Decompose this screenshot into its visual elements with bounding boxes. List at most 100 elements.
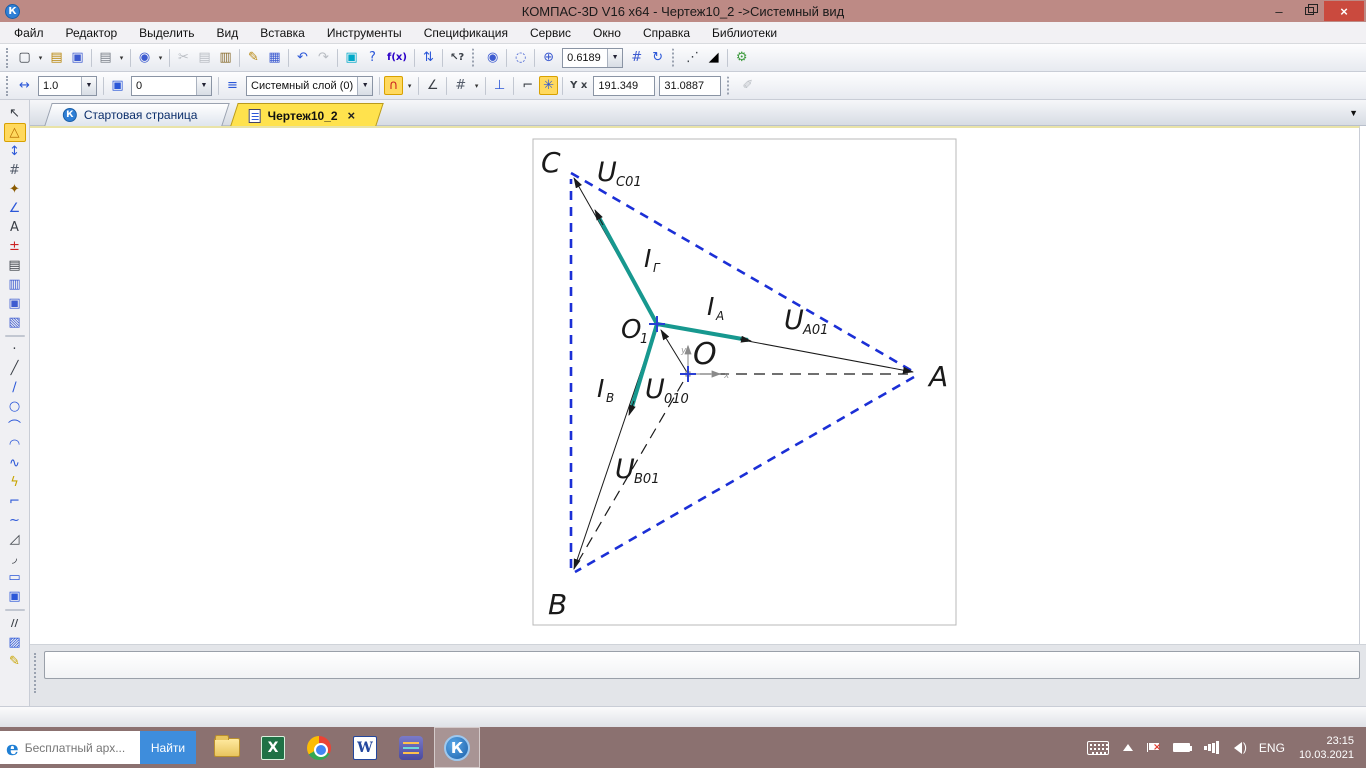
- layer-caret-icon[interactable]: ▼: [357, 76, 373, 95]
- cursor-y-field[interactable]: 31.0887: [659, 75, 722, 96]
- context-help-button[interactable]: ↖?: [447, 48, 467, 67]
- menu-item[interactable]: Вид: [217, 26, 239, 40]
- panel-measurement[interactable]: A: [4, 218, 26, 237]
- library-settings-button[interactable]: ⚙: [732, 48, 751, 67]
- tool-aux-line[interactable]: ╱: [4, 359, 26, 378]
- copies-caret-icon[interactable]: ▼: [196, 76, 211, 95]
- hidden-icons-chevron[interactable]: [1122, 744, 1133, 751]
- copies-icon[interactable]: ▣: [108, 76, 127, 95]
- close-button[interactable]: ×: [1324, 1, 1364, 21]
- panel-geometry[interactable]: △: [3, 123, 26, 142]
- fx-button[interactable]: f(x): [384, 48, 410, 67]
- tool-circle[interactable]: ○: [4, 397, 26, 416]
- clock[interactable]: 23:15 10.03.2021: [1299, 734, 1354, 762]
- zoom-page-button[interactable]: ◉: [483, 48, 502, 67]
- grid-toggle[interactable]: #: [451, 76, 470, 95]
- quick-style-button[interactable]: ✐: [738, 76, 757, 95]
- print-button[interactable]: ▤: [96, 48, 115, 67]
- tool-collect-contour[interactable]: ▣: [4, 587, 26, 606]
- new-document-button[interactable]: ▢: [15, 48, 34, 67]
- volume-icon[interactable]: [1233, 740, 1247, 754]
- current-step-caret-icon[interactable]: ▼: [81, 76, 96, 95]
- orientation-button[interactable]: ◢: [704, 48, 723, 67]
- tool-continuous-input[interactable]: ⌐: [4, 492, 26, 511]
- print-preview-caret[interactable]: ▾: [156, 48, 165, 67]
- print-preview-button[interactable]: ◉: [135, 48, 154, 67]
- variables-button[interactable]: ?: [363, 48, 382, 67]
- panel-selection[interactable]: ±: [4, 237, 26, 256]
- layers-icon[interactable]: ≡: [223, 76, 242, 95]
- rebuild-button[interactable]: #: [627, 48, 646, 67]
- menu-item[interactable]: Библиотеки: [712, 26, 777, 40]
- paste-button[interactable]: ▥: [216, 48, 235, 67]
- menu-item[interactable]: Справка: [643, 26, 690, 40]
- tool-hatch[interactable]: ▨: [4, 633, 26, 652]
- tool-bezier[interactable]: ~: [4, 511, 26, 530]
- undo-button[interactable]: ↶: [293, 48, 312, 67]
- taskbar-search[interactable]: e Бесплатный арх... Найти: [0, 731, 196, 764]
- taskbar-kompas-active[interactable]: К: [434, 727, 480, 768]
- taskbar-excel[interactable]: X: [250, 727, 296, 768]
- tab-start-page[interactable]: К Стартовая страница: [44, 103, 230, 126]
- touch-keyboard-icon[interactable]: [1086, 740, 1109, 755]
- tool-hatch-lines[interactable]: //: [4, 614, 26, 633]
- redo-button[interactable]: ↷: [314, 48, 333, 67]
- panel-parametrization[interactable]: ∠: [4, 199, 26, 218]
- current-step-icon[interactable]: ↔: [15, 76, 34, 95]
- snap-points-toggle[interactable]: ✳: [539, 76, 559, 95]
- network-signal-icon[interactable]: [1203, 741, 1220, 754]
- tool-polyline[interactable]: ϟ: [4, 473, 26, 492]
- open-document-button[interactable]: ▤: [47, 48, 66, 67]
- search-input[interactable]: Бесплатный арх...: [25, 741, 140, 755]
- tool-arc[interactable]: ⌒: [4, 416, 26, 435]
- magnet-snap-toggle[interactable]: ∩: [384, 76, 404, 95]
- menu-item[interactable]: Выделить: [139, 26, 194, 40]
- battery-icon[interactable]: [1172, 743, 1192, 752]
- menu-item[interactable]: Вставка: [260, 26, 305, 40]
- taskbar-file-explorer[interactable]: [204, 727, 250, 768]
- panel-editing[interactable]: ✦: [4, 180, 26, 199]
- panel-reports[interactable]: ▥: [4, 275, 26, 294]
- angle-snap-button[interactable]: ∠: [423, 76, 442, 95]
- tab-close-icon[interactable]: ×: [348, 108, 356, 123]
- message-bar[interactable]: [44, 651, 1360, 679]
- restore-button[interactable]: [1294, 1, 1324, 21]
- tool-spline[interactable]: ∿: [4, 454, 26, 473]
- search-button[interactable]: Найти: [140, 731, 196, 764]
- properties-button[interactable]: ▦: [265, 48, 284, 67]
- drawing-canvas[interactable]: x y C A B O O 1 U C01 U A01 U B01 U 010 …: [30, 126, 1360, 644]
- panel-dimensions[interactable]: ↕: [4, 142, 26, 161]
- magnet-caret[interactable]: ▾: [405, 76, 414, 95]
- refresh-view-button[interactable]: ↻: [648, 48, 667, 67]
- toolbar-grip-2[interactable]: [6, 75, 11, 96]
- panel-specification[interactable]: ▤: [4, 256, 26, 275]
- exchange-order-button[interactable]: ⇅: [419, 48, 438, 67]
- panel-designations[interactable]: #: [4, 161, 26, 180]
- menu-item[interactable]: Спецификация: [424, 26, 508, 40]
- tool-fillet[interactable]: ◞: [4, 549, 26, 568]
- current-step-combo[interactable]: 1.0 ▼: [38, 75, 97, 96]
- panel-3d[interactable]: ▧: [4, 313, 26, 332]
- print-caret[interactable]: ▾: [117, 48, 126, 67]
- message-panel-grip[interactable]: [34, 653, 36, 693]
- toolbar-grip[interactable]: [6, 47, 11, 68]
- ortho-mode-button[interactable]: ⌐: [518, 76, 537, 95]
- tool-ellipse[interactable]: ◠: [4, 435, 26, 454]
- menu-item[interactable]: Окно: [593, 26, 621, 40]
- tool-pointer[interactable]: ↖: [4, 104, 26, 123]
- local-axes-button[interactable]: ⊥: [490, 76, 509, 95]
- tool-rectangle[interactable]: ▭: [4, 568, 26, 587]
- cut-button[interactable]: ✂: [174, 48, 193, 67]
- tool-segment[interactable]: ∕: [4, 378, 26, 397]
- menu-item[interactable]: Файл: [14, 26, 44, 40]
- taskbar-cad-utility[interactable]: [388, 727, 434, 768]
- menu-item[interactable]: Сервис: [530, 26, 571, 40]
- copy-properties-button[interactable]: ✎: [244, 48, 263, 67]
- zoom-scale-combo[interactable]: 0.6189 ▼: [562, 47, 624, 68]
- zoom-scale-caret-icon[interactable]: ▼: [607, 48, 623, 67]
- action-center-flag-icon[interactable]: [1146, 742, 1161, 753]
- taskbar-word[interactable]: W: [342, 727, 388, 768]
- cursor-x-field[interactable]: 191.349: [593, 75, 656, 96]
- menu-item[interactable]: Инструменты: [327, 26, 402, 40]
- tool-style-spray[interactable]: ✎: [4, 652, 26, 671]
